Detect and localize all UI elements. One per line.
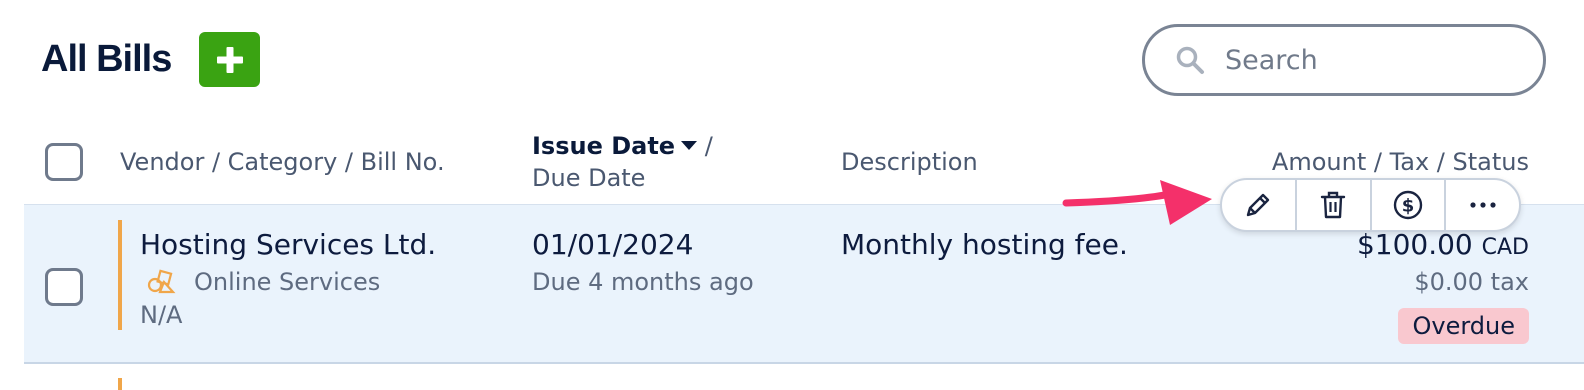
column-header-dates[interactable]: Issue Date / — [532, 132, 713, 160]
trash-icon — [1320, 191, 1346, 219]
delete-button[interactable] — [1297, 180, 1372, 230]
sort-desc-icon[interactable] — [681, 140, 698, 150]
dollar-circle-icon: $ — [1393, 190, 1423, 220]
more-icon — [1470, 202, 1496, 208]
due-date: Due 4 months ago — [532, 268, 754, 296]
bill-description: Monthly hosting fee. — [841, 228, 1128, 261]
add-bill-button[interactable] — [199, 32, 260, 87]
row-checkbox[interactable] — [45, 268, 83, 306]
amount: $100.00 CAD — [1357, 228, 1529, 261]
record-payment-button[interactable]: $ — [1372, 180, 1447, 230]
vendor-name[interactable]: Hosting Services Ltd. — [140, 228, 436, 261]
issue-date: 01/01/2024 — [532, 228, 694, 261]
column-header-due-date[interactable]: Due Date — [532, 164, 645, 192]
search-box[interactable] — [1142, 24, 1546, 96]
category: Online Services — [146, 268, 380, 296]
column-header-issue-date[interactable]: Issue Date — [532, 132, 675, 160]
select-all-checkbox[interactable] — [45, 143, 83, 181]
search-icon — [1176, 46, 1204, 74]
annotation-arrow-icon — [1062, 180, 1212, 225]
more-actions-button[interactable] — [1446, 180, 1519, 230]
column-header-amount[interactable]: Amount / Tax / Status — [1272, 148, 1529, 176]
status-badge: Overdue — [1398, 308, 1529, 344]
edit-button[interactable] — [1222, 180, 1297, 230]
plus-icon — [216, 46, 243, 73]
column-header-vendor[interactable]: Vendor / Category / Bill No. — [120, 148, 445, 176]
shapes-icon — [147, 269, 176, 294]
row-actions-toolbar: $ — [1220, 178, 1521, 232]
amount-value: $100.00 — [1356, 228, 1473, 261]
search-input[interactable] — [1225, 44, 1525, 76]
row-accent-bar — [118, 378, 122, 390]
row-accent-bar — [118, 220, 122, 330]
currency: CAD — [1481, 235, 1529, 260]
column-header-separator: / — [697, 132, 713, 160]
column-header-description[interactable]: Description — [841, 148, 978, 176]
tax-amount: $0.00 tax — [1414, 268, 1529, 296]
category-label: Online Services — [194, 268, 381, 296]
svg-text:$: $ — [1402, 196, 1415, 217]
bill-number: N/A — [140, 301, 183, 329]
bills-page: All Bills Vendor / Category / Bill No. I… — [0, 0, 1584, 390]
pencil-icon — [1247, 193, 1270, 217]
page-title: All Bills — [41, 38, 172, 80]
